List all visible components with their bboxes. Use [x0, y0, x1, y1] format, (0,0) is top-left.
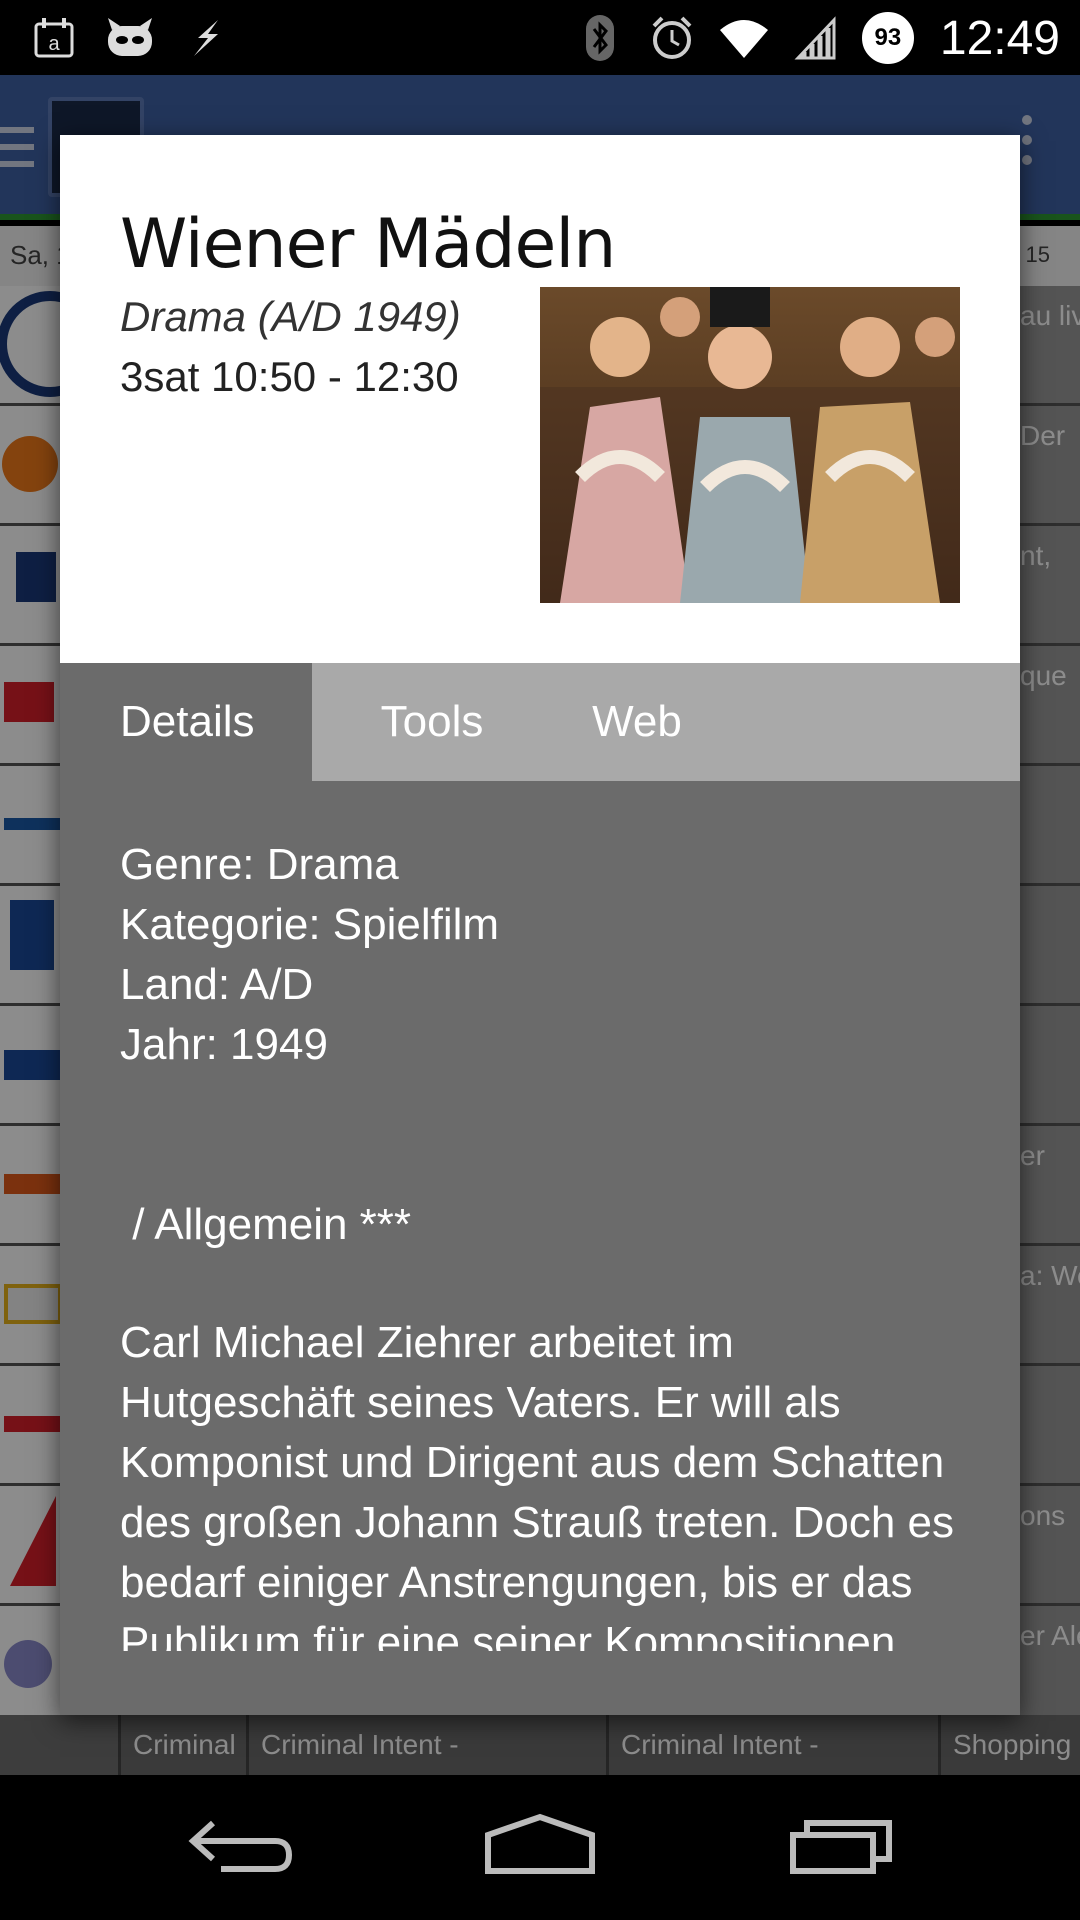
rating-line: / Allgemein *** — [120, 1200, 412, 1249]
status-left-icons: a — [28, 10, 232, 66]
signal-icon — [790, 12, 842, 64]
wifi-icon — [718, 12, 770, 64]
cyanogenmod-icon — [104, 12, 156, 64]
tab-details[interactable]: Details — [60, 663, 312, 781]
details-content[interactable]: Genre: Drama Kategorie: Spielfilm Land: … — [120, 835, 980, 1651]
category-line: Kategorie: Spielfilm — [120, 900, 500, 949]
tab-web[interactable]: Web — [552, 663, 722, 781]
genre-line: Genre: Drama — [120, 840, 399, 889]
amazon-icon: a — [28, 12, 80, 64]
battery-icon: 93 — [861, 12, 914, 64]
clock: 12:49 — [939, 11, 1060, 65]
status-bar: a 93 12:49 — [0, 0, 1080, 75]
dialog-header: Wiener Mädeln Drama (A/D 1949) 3sat 10:5… — [60, 135, 1020, 663]
program-details-dialog: Wiener Mädeln Drama (A/D 1949) 3sat 10:5… — [60, 135, 1020, 1715]
tab-strip: Details Tools Web — [60, 663, 1020, 781]
bluetooth-icon — [574, 12, 626, 64]
status-right-icons: 93 12:49 — [574, 8, 1060, 68]
back-icon[interactable] — [180, 1805, 300, 1885]
navigation-bar — [0, 1775, 1080, 1920]
program-subtitle: Drama (A/D 1949) — [120, 293, 461, 340]
year-line: Jahr: 1949 — [120, 1020, 328, 1069]
tab-tools[interactable]: Tools — [312, 663, 552, 781]
home-icon[interactable] — [480, 1805, 600, 1885]
recents-icon[interactable] — [782, 1805, 902, 1885]
program-title: Wiener Mädeln — [120, 205, 616, 284]
country-line: Land: A/D — [120, 960, 314, 1009]
program-description: Carl Michael Ziehrer arbeitet im Hutgesc… — [120, 1318, 955, 1651]
program-photo — [540, 287, 960, 603]
lightning-icon — [180, 12, 232, 64]
svg-text:a: a — [48, 33, 60, 55]
alarm-icon — [646, 12, 698, 64]
program-airtime: 3sat 10:50 - 12:30 — [120, 353, 459, 400]
